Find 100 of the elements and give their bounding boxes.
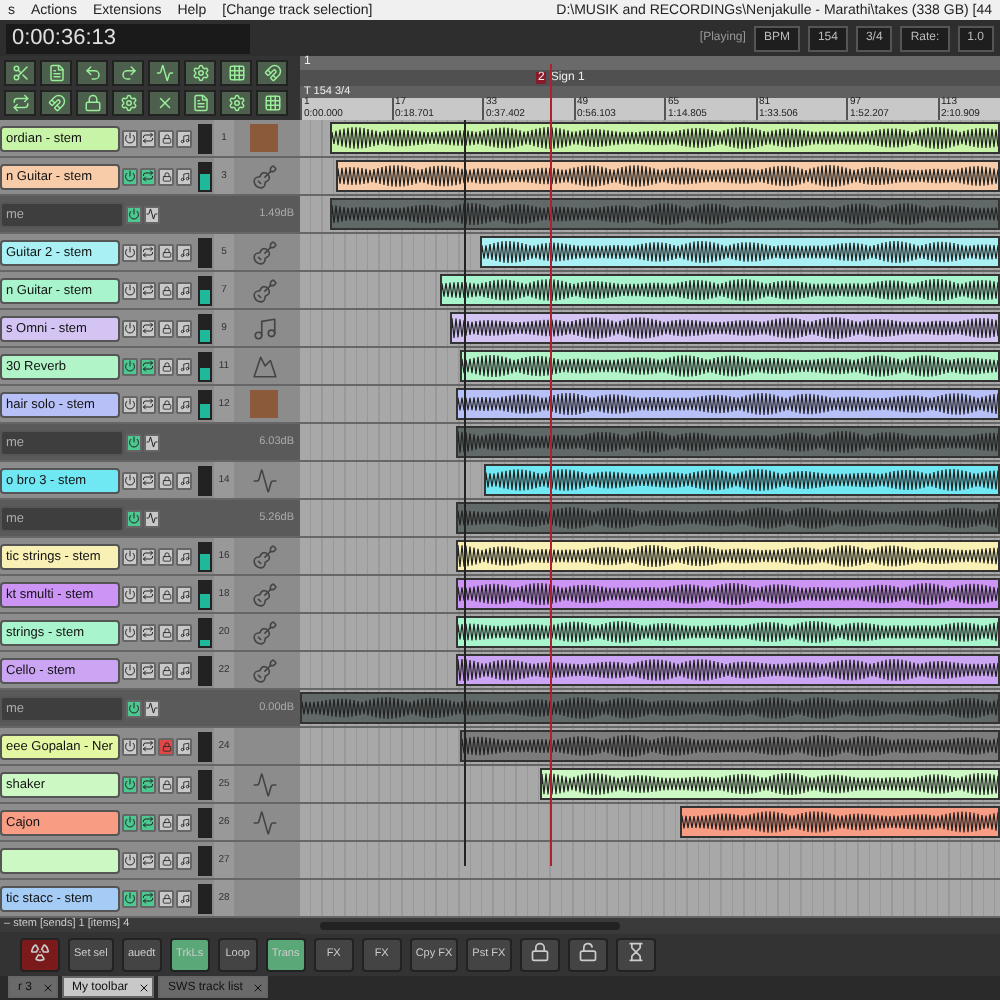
toolbar-button[interactable] <box>20 937 60 971</box>
solo-button[interactable] <box>176 319 192 337</box>
lock-button[interactable] <box>519 937 560 971</box>
toolbar-button[interactable] <box>112 90 144 116</box>
toolbar-button[interactable] <box>112 60 144 86</box>
phase-button[interactable] <box>140 395 156 413</box>
phase-button[interactable] <box>140 889 156 907</box>
audio-clip[interactable] <box>480 236 1000 268</box>
fx-button[interactable] <box>122 395 138 413</box>
power-button[interactable] <box>126 699 142 717</box>
mute-button[interactable] <box>158 813 174 831</box>
audio-clip[interactable] <box>456 426 1000 458</box>
audio-clip[interactable] <box>456 502 1000 534</box>
automation-button[interactable] <box>144 433 160 451</box>
audio-clip[interactable] <box>456 540 1000 572</box>
fx-button[interactable] <box>122 851 138 869</box>
toolbar-button[interactable] <box>184 60 216 86</box>
audio-clip[interactable] <box>484 464 1000 496</box>
phase-button[interactable] <box>140 623 156 641</box>
audio-clip[interactable] <box>456 578 1000 610</box>
phase-button[interactable] <box>140 281 156 299</box>
automation-button[interactable] <box>144 699 160 717</box>
mute-button[interactable] <box>158 357 174 375</box>
close-icon[interactable] <box>138 982 151 994</box>
solo-button[interactable] <box>176 129 192 147</box>
fx-button[interactable] <box>122 319 138 337</box>
fx-button[interactable] <box>122 737 138 755</box>
unlock-button[interactable] <box>567 937 608 971</box>
power-button[interactable] <box>126 433 142 451</box>
audio-clip[interactable] <box>440 274 1000 306</box>
audio-clip[interactable] <box>460 730 1000 762</box>
solo-button[interactable] <box>176 167 192 185</box>
mute-button[interactable] <box>158 775 174 793</box>
automation-button[interactable] <box>144 205 160 223</box>
toolbar-button[interactable] <box>220 60 252 86</box>
fx-button[interactable] <box>122 471 138 489</box>
fx-button[interactable] <box>122 585 138 603</box>
solo-button[interactable] <box>176 471 192 489</box>
mute-button[interactable] <box>158 281 174 299</box>
audio-clip[interactable] <box>456 616 1000 648</box>
phase-button[interactable] <box>140 813 156 831</box>
toolbar-button[interactable] <box>4 60 36 86</box>
fx-button[interactable] <box>122 167 138 185</box>
phase-button[interactable] <box>140 129 156 147</box>
solo-button[interactable] <box>176 661 192 679</box>
audio-clip[interactable] <box>680 806 1000 838</box>
toolbar-button[interactable] <box>4 90 36 116</box>
toolbar-button[interactable] <box>184 90 216 116</box>
solo-button[interactable] <box>176 357 192 375</box>
mute-button[interactable] <box>158 661 174 679</box>
mute-button[interactable] <box>158 129 174 147</box>
audio-clip[interactable] <box>460 350 1000 382</box>
phase-button[interactable] <box>140 737 156 755</box>
phase-button[interactable] <box>140 357 156 375</box>
fx-button[interactable] <box>122 889 138 907</box>
mute-button[interactable] <box>158 585 174 603</box>
toolbar-button[interactable] <box>40 60 72 86</box>
power-button[interactable] <box>126 205 142 223</box>
toolbar-button[interactable] <box>76 60 108 86</box>
mute-button[interactable] <box>158 547 174 565</box>
phase-button[interactable] <box>140 471 156 489</box>
phase-button[interactable] <box>140 319 156 337</box>
phase-button[interactable] <box>140 547 156 565</box>
audio-clip[interactable] <box>336 160 1000 192</box>
audio-clip[interactable] <box>450 312 1000 344</box>
mute-button[interactable] <box>158 319 174 337</box>
phase-button[interactable] <box>140 661 156 679</box>
mute-button[interactable] <box>158 395 174 413</box>
solo-button[interactable] <box>176 851 192 869</box>
fx-button[interactable] <box>122 661 138 679</box>
fx-button[interactable] <box>122 243 138 261</box>
mute-button[interactable] <box>158 243 174 261</box>
mute-button[interactable] <box>158 623 174 641</box>
fx-button[interactable] <box>122 623 138 641</box>
mute-button[interactable] <box>158 889 174 907</box>
phase-button[interactable] <box>140 775 156 793</box>
audio-clip[interactable] <box>330 122 1000 154</box>
fx-button[interactable] <box>122 129 138 147</box>
toolbar-button[interactable] <box>40 90 72 116</box>
phase-button[interactable] <box>140 851 156 869</box>
toolbar-button[interactable] <box>148 60 180 86</box>
solo-button[interactable] <box>176 585 192 603</box>
solo-button[interactable] <box>176 813 192 831</box>
fx-button[interactable] <box>122 775 138 793</box>
audio-clip[interactable] <box>456 388 1000 420</box>
mute-button[interactable] <box>158 851 174 869</box>
toolbar-button[interactable] <box>76 90 108 116</box>
solo-button[interactable] <box>176 281 192 299</box>
hourglass-button[interactable] <box>615 937 656 971</box>
fx-button[interactable] <box>122 813 138 831</box>
fx-button[interactable] <box>122 547 138 565</box>
audio-clip[interactable] <box>330 198 1000 230</box>
solo-button[interactable] <box>176 889 192 907</box>
solo-button[interactable] <box>176 737 192 755</box>
toolbar-button[interactable] <box>256 90 288 116</box>
power-button[interactable] <box>126 509 142 527</box>
automation-button[interactable] <box>144 509 160 527</box>
toolbar-button[interactable] <box>220 90 252 116</box>
mute-button[interactable] <box>158 167 174 185</box>
solo-button[interactable] <box>176 775 192 793</box>
